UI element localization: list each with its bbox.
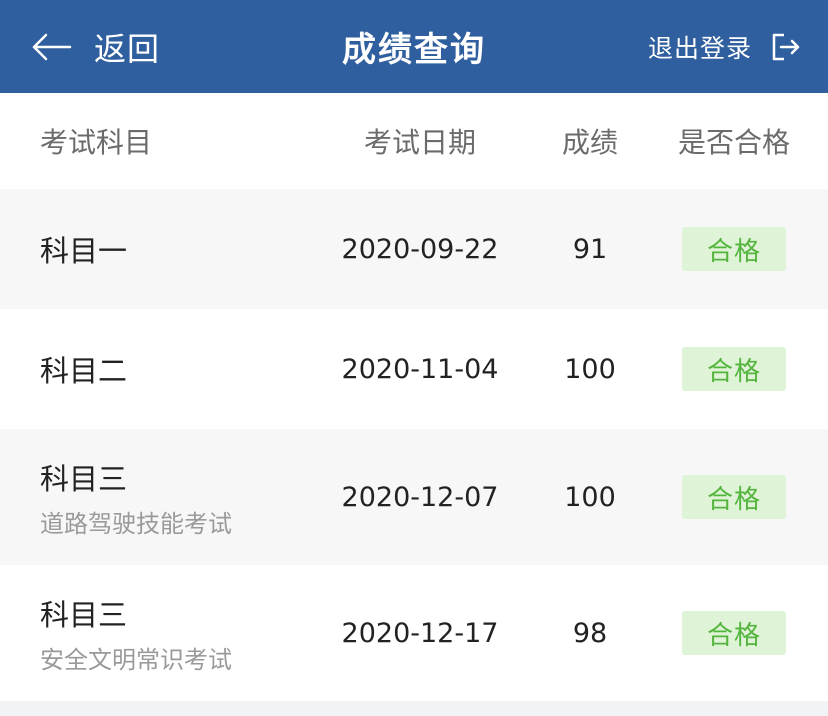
table-row[interactable]: 科目一 2020-09-22 91 合格 [0, 189, 828, 309]
table-row[interactable]: 科目三 道路驾驶技能考试 2020-12-07 100 合格 [0, 429, 828, 565]
subject-subtitle: 道路驾驶技能考试 [40, 509, 232, 538]
subject-subtitle: 安全文明常识考试 [40, 645, 232, 674]
table-row[interactable]: 科目三 安全文明常识考试 2020-12-17 98 合格 [0, 565, 828, 701]
score-table: 考试科目 考试日期 成绩 是否合格 科目一 2020-09-22 91 合格 科… [0, 93, 828, 701]
subject-name: 科目二 [40, 354, 128, 388]
logout-icon [772, 33, 800, 60]
column-header-score: 成绩 [561, 126, 618, 159]
exam-score: 100 [564, 353, 616, 385]
exam-date: 2020-09-22 [341, 233, 499, 265]
logout-button[interactable]: 退出登录 [648, 0, 802, 93]
subject-cell: 科目三 道路驾驶技能考试 [0, 456, 300, 539]
column-header-date: 考试日期 [363, 126, 476, 159]
exam-score: 98 [572, 617, 608, 649]
subject-name: 科目一 [40, 234, 128, 268]
subject-name: 科目三 [40, 461, 128, 496]
column-header-pass: 是否合格 [677, 126, 790, 159]
arrow-left-icon [32, 33, 72, 60]
exam-date: 2020-12-07 [341, 481, 499, 513]
status-cell: 合格 [640, 347, 828, 391]
subject-cell: 科目一 [0, 228, 300, 270]
subject-cell: 科目二 [0, 348, 300, 390]
page-bottom [0, 701, 828, 715]
table-header-row: 考试科目 考试日期 成绩 是否合格 [0, 93, 828, 189]
exam-score: 91 [572, 233, 608, 265]
status-cell: 合格 [640, 227, 828, 271]
status-cell: 合格 [640, 475, 828, 519]
exam-date: 2020-11-04 [341, 353, 499, 385]
status-badge: 合格 [682, 227, 786, 271]
exam-date: 2020-12-17 [341, 617, 499, 649]
logout-label: 退出登录 [647, 33, 752, 63]
column-header-subject: 考试科目 [40, 126, 153, 159]
status-cell: 合格 [640, 611, 828, 655]
table-row[interactable]: 科目二 2020-11-04 100 合格 [0, 309, 828, 429]
back-label: 返回 [94, 29, 161, 68]
status-badge: 合格 [682, 347, 786, 391]
status-badge: 合格 [682, 475, 786, 519]
exam-score: 100 [564, 481, 616, 513]
subject-name: 科目三 [40, 597, 128, 632]
app-header: 返回 成绩查询 退出登录 [0, 0, 828, 93]
subject-cell: 科目三 安全文明常识考试 [0, 592, 300, 675]
status-badge: 合格 [682, 611, 786, 655]
back-button[interactable]: 返回 [32, 0, 160, 93]
